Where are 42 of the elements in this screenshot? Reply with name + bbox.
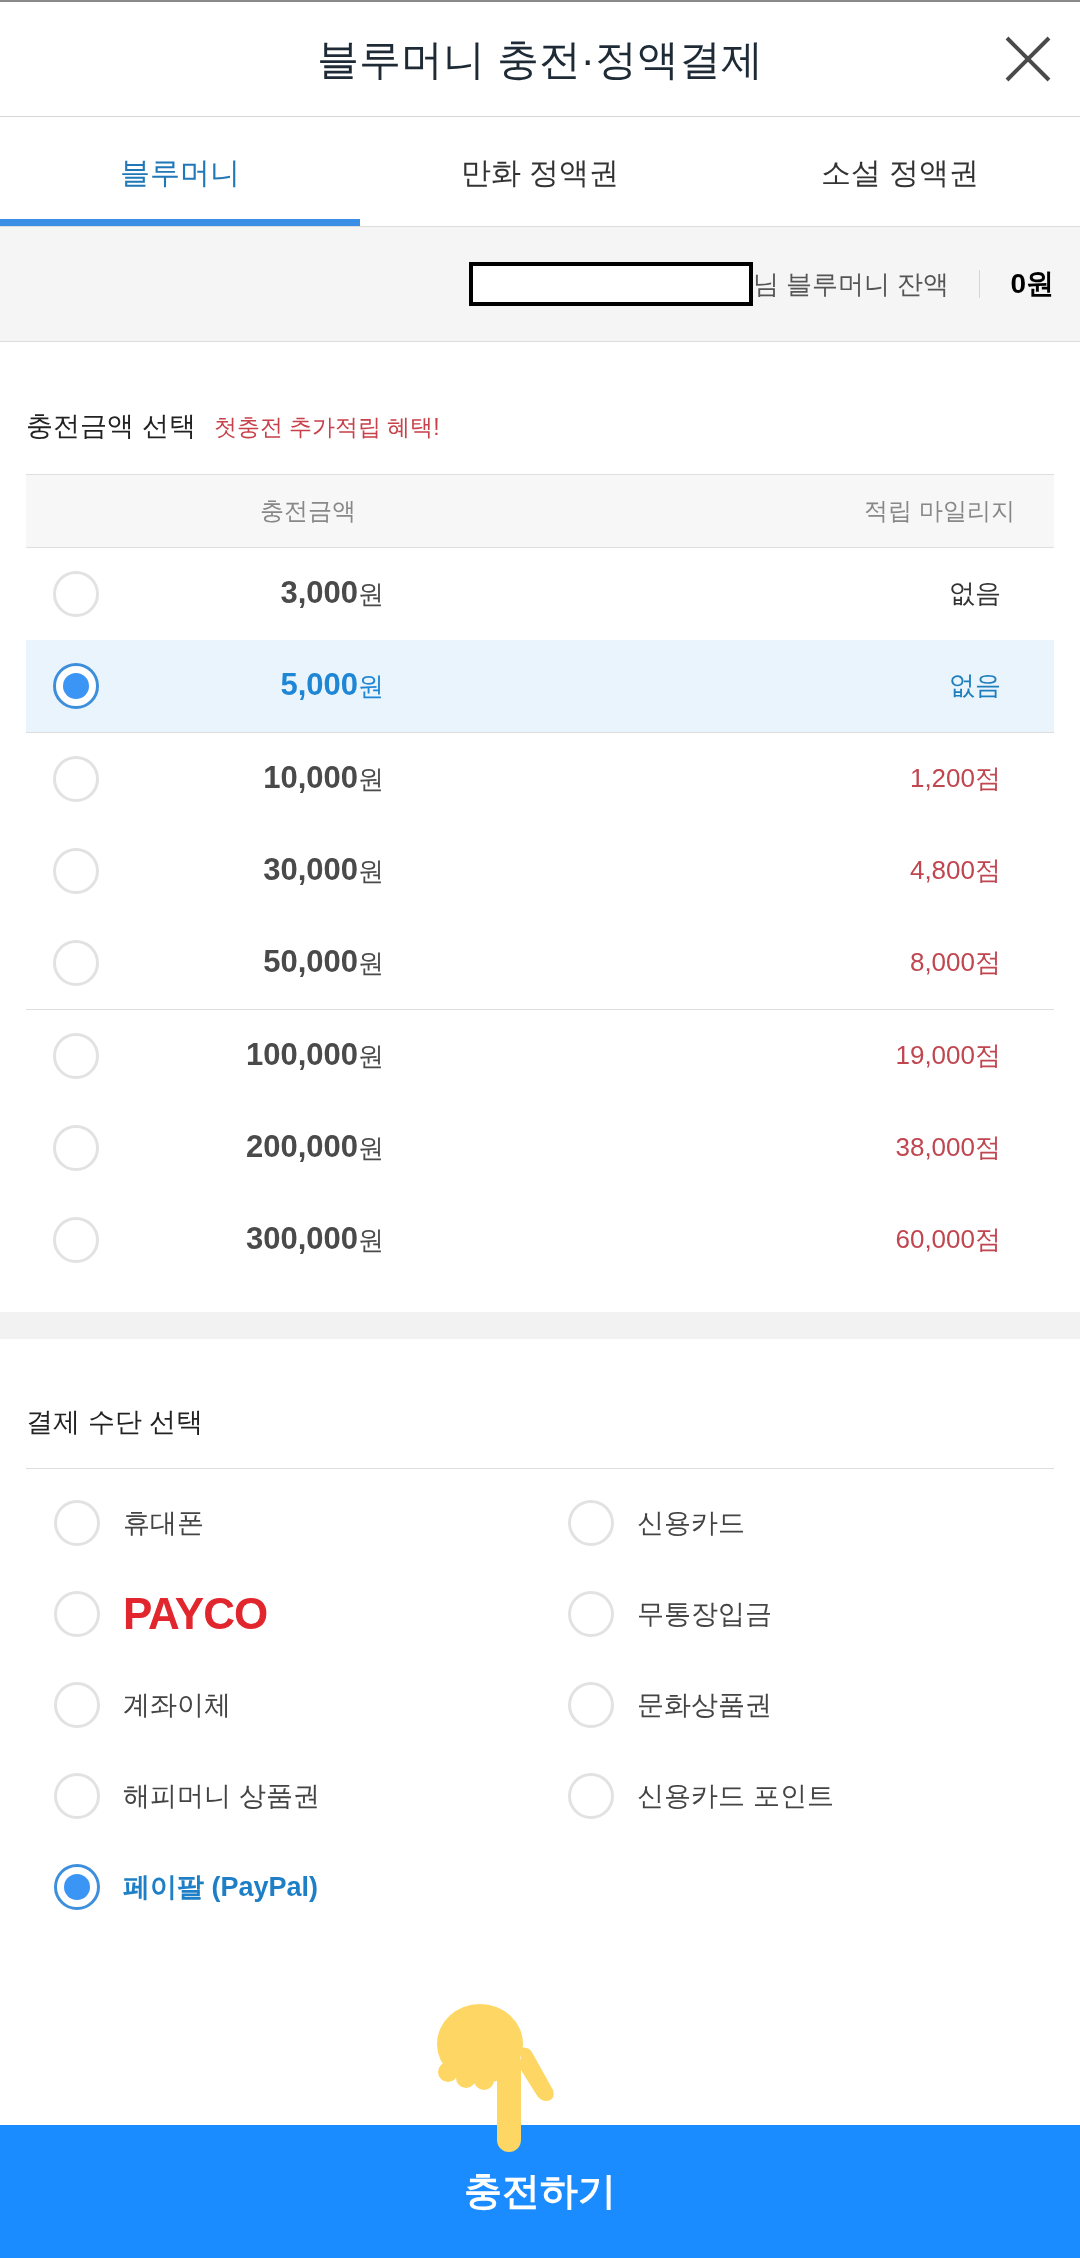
payment-method-label: 휴대폰 [123,1506,204,1540]
tab[interactable]: 만화 정액권 [360,117,720,226]
mileage-text: 19,000점 [895,1039,1001,1072]
payment-logo: PAYCO [123,1592,268,1636]
column-header: 적립 마일리지 [864,495,1016,526]
balance-label: 님 블루머니 잔액 [752,267,950,301]
amount-text: 10,000원 [263,759,384,798]
payment-method-label: 페이팔 (PayPal) [123,1870,319,1904]
column-header: 충전금액 [259,495,357,526]
payment-method-label: 문화상품권 [637,1688,772,1722]
amount-text: 300,000원 [245,1220,384,1259]
radio-button[interactable] [54,1864,100,1910]
promo-text: 첫충전 추가적립 혜택! [213,413,440,442]
mileage-text: 1,200점 [909,762,1001,795]
amount-text: 200,000원 [245,1128,384,1167]
amount-text: 5,000원 [280,666,384,705]
balance-amount: 0원 [1010,267,1054,301]
payment-method-label: 계좌이체 [123,1688,231,1722]
charge-button[interactable]: 충전하기 [0,2125,1080,2258]
close-button[interactable] [1004,35,1052,83]
tab[interactable]: 소설 정액권 [720,117,1080,226]
mileage-text: 38,000점 [895,1131,1001,1164]
mileage-text: 8,000점 [909,946,1001,979]
amount-text: 50,000원 [263,943,384,982]
mileage-text: 없음 [949,669,1001,702]
payment-method-label: 신용카드 포인트 [637,1779,834,1813]
page-title: 블루머니 충전·정액결제 [317,34,763,85]
mileage-text: 60,000점 [895,1223,1001,1256]
amount-text: 30,000원 [263,851,384,890]
mileage-text: 4,800점 [909,854,1001,887]
payment-method-label: 무통장입금 [637,1597,772,1631]
pointing-hand-icon [437,2004,554,2152]
radio-button[interactable] [53,662,99,709]
amount-text: 100,000원 [245,1036,384,1075]
amount-text: 3,000원 [280,574,384,613]
mileage-text: 없음 [949,577,1001,610]
payment-method-label: 신용카드 [637,1506,745,1540]
section-title: 결제 수단 선택 [26,1405,204,1439]
close-icon [1004,35,1052,83]
section-title: 충전금액 선택 [26,410,196,443]
selected-row[interactable]: 5,000원 없음 [26,639,1054,732]
payment-method-label: 해피머니 상품권 [123,1779,320,1813]
